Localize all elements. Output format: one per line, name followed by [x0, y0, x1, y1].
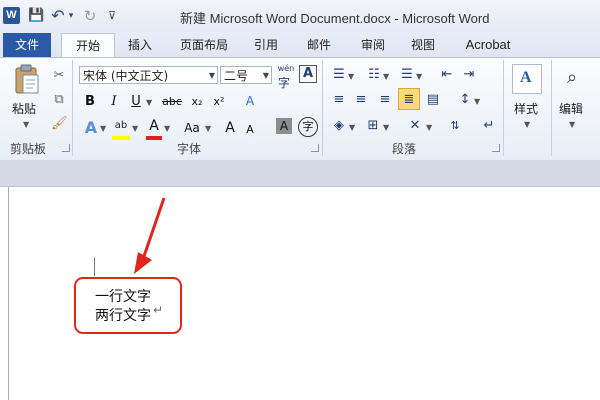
paragraph-group-label: 段落 — [392, 142, 417, 156]
increase-indent-icon[interactable]: ⇥ — [460, 65, 478, 85]
chinese-layout-icon[interactable]: ✕ — [404, 116, 426, 136]
bold-button[interactable]: B — [82, 92, 98, 112]
group-separator — [503, 60, 504, 156]
group-separator — [322, 60, 323, 156]
numbering-icon[interactable]: ☷ — [365, 65, 383, 85]
grow-font-button[interactable]: A — [222, 118, 238, 138]
underline-dropdown-icon[interactable]: ▼ — [146, 98, 152, 107]
chevron-down-icon: ▼ — [262, 71, 269, 80]
enclose-characters-button[interactable]: 字 — [298, 117, 318, 137]
justify-icon[interactable]: ≣ — [398, 88, 420, 110]
annotation-highlight-box — [74, 277, 182, 334]
bullets-dropdown-icon[interactable]: ▼ — [348, 72, 354, 81]
paragraph-dialog-launcher-icon[interactable] — [492, 144, 500, 152]
clipboard-group-label: 剪贴板 — [10, 142, 47, 156]
styles-icon[interactable]: A — [512, 64, 542, 94]
binoculars-icon[interactable]: ⌕ — [560, 68, 584, 88]
change-case-button[interactable]: Aa — [180, 118, 204, 138]
tab-file[interactable]: 文件 — [3, 33, 51, 57]
sort-icon[interactable]: ⇅ — [446, 116, 464, 136]
shrink-font-button[interactable]: A — [242, 120, 258, 140]
tab-view[interactable]: 视图 — [407, 33, 439, 57]
shading-icon[interactable]: ◈ — [330, 116, 348, 136]
align-right-icon[interactable]: ≡ — [376, 90, 394, 110]
font-name-value: 宋体 (中文正文) — [83, 69, 169, 83]
text-effects-button[interactable]: A — [82, 118, 100, 138]
font-dialog-launcher-icon[interactable] — [311, 144, 319, 152]
bullets-icon[interactable]: ☰ — [330, 65, 348, 85]
borders-icon[interactable]: ⊞ — [364, 116, 382, 136]
styles-dropdown-icon[interactable]: ▼ — [524, 120, 530, 129]
text-cursor — [94, 258, 95, 276]
distributed-align-icon[interactable]: ▤ — [424, 90, 442, 110]
format-painter-icon[interactable]: 🖌 — [51, 114, 68, 134]
clear-formatting-button[interactable]: A — [240, 91, 260, 111]
underline-button[interactable]: U — [128, 92, 144, 112]
clipboard-dialog-launcher-icon[interactable] — [62, 144, 70, 152]
chevron-down-icon: ▼ — [208, 71, 215, 80]
multilevel-list-icon[interactable]: ☰ — [398, 65, 416, 85]
tab-insert[interactable]: 插入 — [124, 33, 156, 57]
chinese-layout-dropdown-icon[interactable]: ▼ — [426, 123, 432, 132]
paste-dropdown-icon[interactable]: ▼ — [23, 120, 29, 129]
undo-dropdown-icon[interactable]: ▾ — [66, 8, 76, 24]
strikethrough-button[interactable]: abc — [160, 92, 184, 112]
phonetic-guide-char: 字 — [278, 76, 291, 90]
cut-icon[interactable]: ✂ — [51, 66, 67, 86]
annotation-arrow-icon — [134, 197, 166, 274]
editing-dropdown-icon[interactable]: ▼ — [569, 120, 575, 129]
align-left-icon[interactable]: ≡ — [330, 90, 348, 110]
redo-icon[interactable]: ↻ — [82, 8, 98, 24]
word-logo-icon[interactable]: W — [3, 7, 20, 24]
editing-button-label[interactable]: 编辑 — [559, 100, 583, 117]
tab-mailings[interactable]: 邮件 — [303, 33, 335, 57]
window-title: 新建 Microsoft Word Document.docx - Micros… — [180, 11, 490, 26]
numbering-dropdown-icon[interactable]: ▼ — [383, 72, 389, 81]
font-size-combo[interactable]: 二号 ▼ — [220, 66, 272, 84]
character-border-icon[interactable]: A — [299, 65, 317, 83]
save-icon[interactable]: 💾 — [28, 8, 44, 24]
undo-icon[interactable]: ↶ — [50, 8, 66, 24]
multilevel-list-dropdown-icon[interactable]: ▼ — [416, 72, 422, 81]
shading-dropdown-icon[interactable]: ▼ — [349, 123, 355, 132]
line-spacing-dropdown-icon[interactable]: ▼ — [474, 97, 480, 106]
highlight-button[interactable]: ab — [112, 116, 130, 140]
italic-button[interactable]: I — [106, 92, 122, 112]
text-effects-dropdown-icon[interactable]: ▼ — [100, 124, 106, 133]
character-shading-button[interactable]: A — [276, 118, 292, 134]
show-hide-marks-icon[interactable]: ↵ — [480, 116, 498, 136]
font-color-dropdown-icon[interactable]: ▼ — [164, 124, 170, 133]
line-spacing-icon[interactable]: ↕ — [456, 90, 474, 110]
group-separator — [551, 60, 552, 156]
borders-dropdown-icon[interactable]: ▼ — [383, 123, 389, 132]
paste-button-label[interactable]: 粘贴 — [12, 100, 36, 117]
copy-icon[interactable]: ⧉ — [51, 90, 67, 110]
decrease-indent-icon[interactable]: ⇤ — [438, 65, 456, 85]
group-separator — [72, 60, 73, 156]
ruler-area — [0, 160, 600, 187]
tab-page-layout[interactable]: 页面布局 — [176, 33, 232, 57]
change-case-dropdown-icon[interactable]: ▼ — [205, 124, 211, 133]
styles-button-label[interactable]: 样式 — [514, 100, 538, 117]
tab-review[interactable]: 审阅 — [357, 33, 389, 57]
tab-acrobat[interactable]: Acrobat — [460, 33, 516, 57]
highlight-dropdown-icon[interactable]: ▼ — [132, 124, 138, 133]
subscript-button[interactable]: x₂ — [188, 92, 206, 112]
paste-icon[interactable] — [14, 64, 40, 96]
tab-home[interactable]: 开始 — [61, 33, 115, 58]
font-color-button[interactable]: A — [146, 116, 162, 140]
superscript-button[interactable]: x² — [210, 92, 228, 112]
font-name-combo[interactable]: 宋体 (中文正文) ▼ — [79, 66, 218, 84]
customize-quick-access-icon[interactable]: ⊽ — [106, 8, 118, 24]
tab-references[interactable]: 引用 — [250, 33, 282, 57]
align-center-icon[interactable]: ≡ — [352, 90, 370, 110]
font-group-label: 字体 — [177, 142, 202, 156]
font-size-value: 二号 — [224, 69, 249, 83]
